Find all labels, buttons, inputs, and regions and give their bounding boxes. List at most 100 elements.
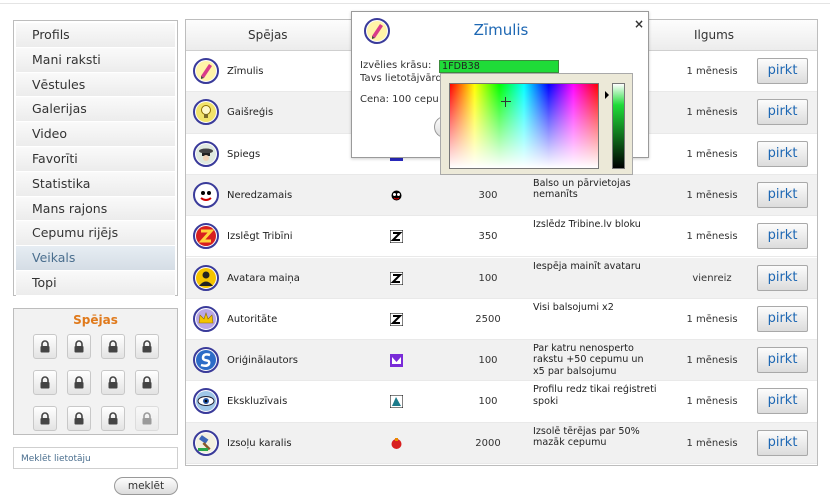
color-spectrum[interactable]: [449, 83, 599, 169]
menu-item-topi[interactable]: Topi: [16, 270, 175, 296]
ability-small-icon: [390, 354, 403, 368]
ability-small-icon: [389, 394, 404, 409]
ability-description: Izslēdz Tribine.lv bloku: [533, 219, 641, 231]
ability-duration: 1 mēnesis: [686, 355, 738, 367]
buy-button[interactable]: pirkt: [757, 264, 808, 291]
dialog-title: Zīmulis: [473, 21, 529, 39]
buy-button[interactable]: pirkt: [757, 305, 808, 332]
slider-arrow-icon[interactable]: [605, 91, 609, 99]
user-search-input[interactable]: Meklēt lietotāju: [13, 447, 178, 469]
buy-button[interactable]: pirkt: [757, 58, 808, 84]
ability-description: Par katru nenosperto rakstu +50 cepumu u…: [533, 343, 644, 377]
search-button[interactable]: meklēt: [114, 477, 178, 495]
padlock-icon: [33, 334, 57, 359]
ability-duration: 1 mēnesis: [686, 189, 738, 201]
s-badge-icon: [193, 347, 219, 374]
menu-item-cepumu-rijejs[interactable]: Cepumu rijējs: [16, 221, 175, 247]
ability-small-icon: [390, 189, 403, 202]
buy-button[interactable]: pirkt: [757, 429, 808, 456]
abilities-title: Spējas: [73, 313, 118, 327]
padlock-icon: [135, 370, 159, 395]
padlock-icon: [101, 370, 125, 395]
table-row: Avatara maiņa 100 Iespēja mainīt avataru vi…: [186, 257, 817, 299]
ability-name: Zīmulis: [227, 66, 264, 77]
ability-description: Iespēja mainīt avataru: [533, 260, 641, 272]
ability-description: Balso un pārvietojas nemanīts: [533, 177, 631, 201]
padlock-icon: [67, 406, 91, 431]
ability-duration: 1 mēnesis: [686, 396, 738, 408]
close-icon[interactable]: ×: [634, 17, 644, 31]
ability-slots: [33, 334, 163, 431]
shop-page: { "menu": { "items": [ {"label":"Profils…: [0, 0, 830, 497]
buy-button[interactable]: pirkt: [757, 347, 808, 374]
ability-duration: 1 mēnesis: [686, 231, 738, 243]
header-duration: Ilgums: [694, 28, 735, 42]
side-menu: Profils Mani raksti Vēstules Galerijas V…: [13, 20, 178, 296]
price-label: Cena: 100 cepu: [360, 94, 439, 105]
ability-name: Ekskluzīvais: [227, 396, 288, 408]
spy-icon: [193, 140, 219, 167]
header-abilities: Spējas: [248, 28, 288, 42]
ability-small-icon: [390, 437, 403, 450]
menu-item-veikals[interactable]: Veikals: [16, 246, 175, 271]
ability-name: Izsoļu karalis: [227, 437, 292, 449]
buy-button[interactable]: pirkt: [757, 181, 808, 208]
ability-name: Avatara maiņa: [227, 272, 300, 284]
menu-item-mans-rajons[interactable]: Mans rajons: [16, 196, 175, 222]
ability-price: 100: [478, 396, 498, 408]
ability-price: 350: [478, 231, 498, 243]
z-icon: [193, 223, 219, 250]
padlock-icon: [33, 370, 57, 395]
padlock-icon: [33, 406, 57, 431]
ability-price: 2500: [475, 313, 501, 325]
pencil-icon: [193, 58, 219, 84]
padlock-icon: [101, 406, 125, 431]
ability-name: Gaišreģis: [227, 107, 274, 119]
table-row: Neredzamais 300 Balso un pārvietojas neman…: [186, 174, 817, 217]
ability-price: 100: [478, 355, 498, 367]
lightbulb-icon: [193, 99, 219, 126]
ability-duration: 1 mēnesis: [686, 437, 738, 449]
buy-button[interactable]: pirkt: [757, 99, 808, 126]
ghost-icon: [193, 181, 219, 208]
ability-name: Izslēgt Tribīni: [227, 231, 293, 243]
ability-price: 2000: [475, 437, 501, 449]
ability-price: 300: [478, 189, 498, 201]
menu-item-mani-raksti[interactable]: Mani raksti: [16, 47, 175, 73]
color-picker: [440, 73, 633, 175]
ability-duration: 1 mēnesis: [686, 66, 738, 77]
menu-item-statistika[interactable]: Statistika: [16, 171, 175, 197]
eye-icon: [193, 388, 219, 415]
table-row: Izslēgt Tribīni 350 Izslēdz Tribine.lv blo…: [186, 216, 817, 258]
menu-item-profils[interactable]: Profils: [16, 23, 175, 48]
ability-name: Spiegs: [227, 148, 261, 160]
username-label: Tavs lietotājvārd: [360, 73, 442, 84]
ability-name: Neredzamais: [227, 189, 293, 201]
padlock-icon: [67, 370, 91, 395]
crown-icon: [193, 305, 219, 332]
brightness-slider[interactable]: [612, 83, 625, 169]
avatar-icon: [193, 264, 219, 291]
menu-item-vestules[interactable]: Vēstules: [16, 72, 175, 98]
menu-item-galerijas[interactable]: Galerijas: [16, 97, 175, 123]
menu-item-video[interactable]: Video: [16, 122, 175, 147]
ability-small-icon: [389, 229, 404, 244]
abilities-box: Spējas: [13, 308, 178, 435]
gavel-icon: [193, 429, 219, 456]
ability-duration: 1 mēnesis: [686, 107, 738, 119]
crosshair-icon[interactable]: [501, 97, 511, 107]
menu-item-favoriti[interactable]: Favorīti: [16, 146, 175, 172]
buy-button[interactable]: pirkt: [757, 388, 808, 415]
ability-name: Oriģinālautors: [227, 355, 298, 367]
top-divider: [0, 0, 830, 4]
table-row: Oriģinālautors 100 Par katru nenosperto ra…: [186, 340, 817, 382]
ability-duration: 1 mēnesis: [686, 313, 738, 325]
buy-button[interactable]: pirkt: [757, 140, 808, 167]
padlock-icon: [135, 334, 159, 359]
buy-button[interactable]: pirkt: [757, 223, 808, 250]
color-label: Izvēlies krāsu:: [360, 60, 432, 71]
color-hex-input[interactable]: 1FDB38: [439, 60, 559, 73]
ability-price: 100: [478, 272, 498, 284]
padlock-icon: [67, 334, 91, 359]
padlock-icon: [135, 406, 159, 431]
